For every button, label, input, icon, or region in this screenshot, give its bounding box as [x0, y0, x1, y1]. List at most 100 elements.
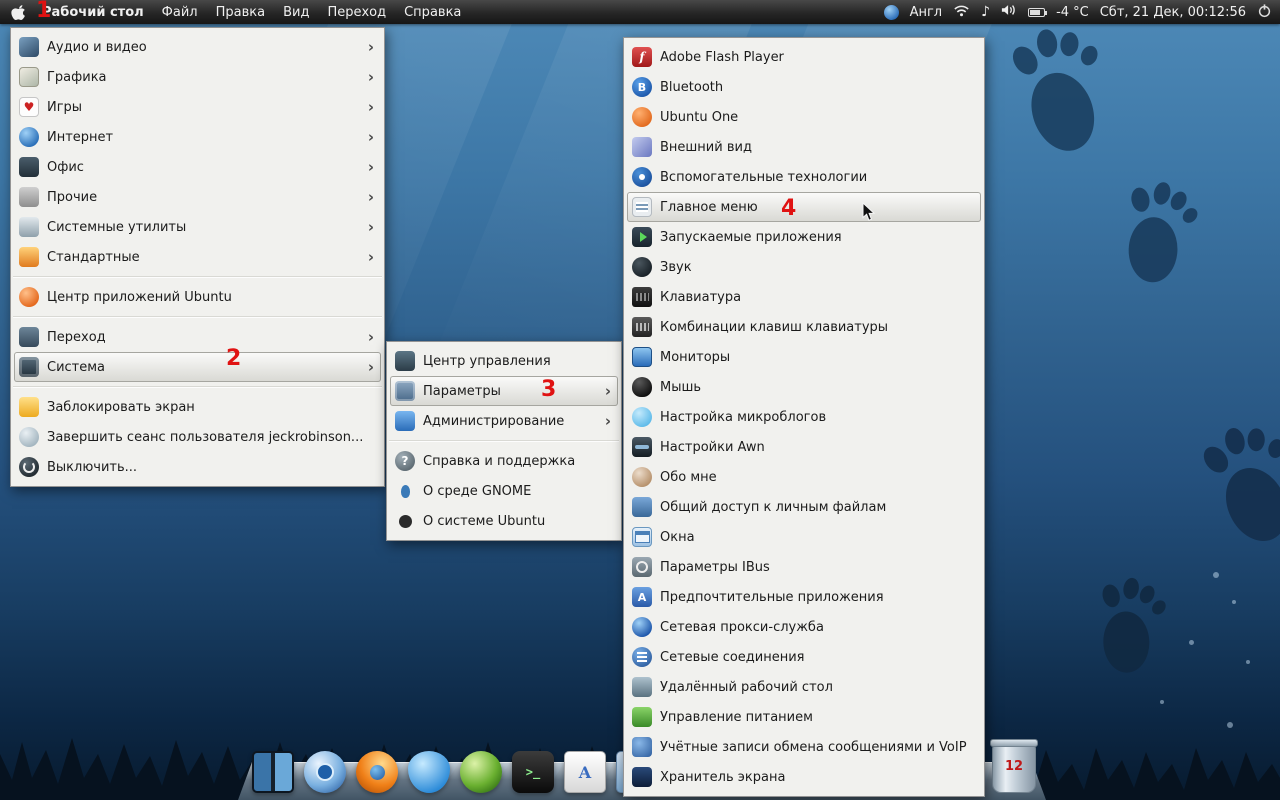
microblogging-icon — [632, 407, 652, 427]
menu-item-preferences[interactable]: Параметры — [390, 376, 618, 406]
graphics-icon — [19, 67, 39, 87]
firefox-browser-icon[interactable] — [356, 751, 398, 793]
menu-item-label: Мышь — [660, 379, 702, 395]
menu-item-label: Вспомогательные технологии — [660, 169, 868, 185]
menu-item-keyboard[interactable]: Клавиатура — [624, 282, 984, 312]
submenu-arrow-icon — [605, 414, 611, 429]
terminal-icon[interactable] — [512, 751, 554, 793]
menu-item-microblogging[interactable]: Настройка микроблогов — [624, 402, 984, 432]
menu-item-startup-apps[interactable]: Запускаемые приложения — [624, 222, 984, 252]
menu-item-keyboard-shortcuts[interactable]: Комбинации клавиш клавиатуры — [624, 312, 984, 342]
chromium-browser-icon[interactable] — [304, 751, 346, 793]
menu-item-label: Завершить сеанс пользователя jeckrobinso… — [47, 429, 364, 445]
trash-icon[interactable]: 12 — [990, 739, 1038, 793]
menu-separator — [13, 316, 382, 318]
music-note-icon[interactable] — [981, 4, 990, 20]
monitors-icon — [632, 347, 652, 367]
apple-menu-icon[interactable] — [11, 4, 26, 21]
menu-separator — [389, 440, 619, 442]
menu-item-about-ubuntu[interactable]: О системе Ubuntu — [387, 506, 621, 536]
menu-item-other[interactable]: Прочие — [11, 182, 384, 212]
gnome-footprint — [1005, 22, 1115, 163]
power-icon[interactable] — [1257, 3, 1272, 22]
menu-item-label: Администрирование — [423, 413, 565, 429]
office-icon — [19, 157, 39, 177]
submenu-arrow-icon — [368, 360, 374, 375]
menu-item-administration[interactable]: Администрирование — [387, 406, 621, 436]
menu-item-messaging-voip[interactable]: Учётные записи обмена сообщениями и VoIP — [624, 732, 984, 762]
menu-item-shut-down[interactable]: Выключить... — [11, 452, 384, 482]
menu-item-label: Прочие — [47, 189, 98, 205]
menu-item-ubuntu-one[interactable]: Ubuntu One — [624, 102, 984, 132]
menubar-item-go[interactable]: Переход — [327, 5, 386, 20]
menu-item-about-me[interactable]: Обо мне — [624, 462, 984, 492]
administration-icon — [395, 411, 415, 431]
clock-label[interactable]: Сбт, 21 Дек, 00:12:56 — [1100, 5, 1246, 20]
battery-icon[interactable] — [1028, 7, 1048, 17]
keyboard-indicator-icon[interactable] — [883, 4, 899, 20]
submenu-arrow-icon — [368, 160, 374, 175]
menu-item-system[interactable]: Система — [14, 352, 381, 382]
menu-item-help-support[interactable]: Справка и поддержка — [387, 446, 621, 476]
menu-item-windows[interactable]: Окна — [624, 522, 984, 552]
menu-item-about-gnome[interactable]: О среде GNOME — [387, 476, 621, 506]
menu-item-lock-screen[interactable]: Заблокировать экран — [11, 392, 384, 422]
submenu-arrow-icon — [368, 100, 374, 115]
menubar-app-title[interactable]: Рабочий стол — [42, 5, 144, 20]
menu-item-office[interactable]: Офис — [11, 152, 384, 182]
bubble — [1213, 572, 1219, 578]
submenu-arrow-icon — [368, 70, 374, 85]
internet-icon — [19, 127, 39, 147]
menu-item-network-connections[interactable]: Сетевые соединения — [624, 642, 984, 672]
menubar-item-view[interactable]: Вид — [283, 5, 309, 20]
menu-item-mouse[interactable]: Мышь — [624, 372, 984, 402]
menu-item-bluetooth[interactable]: Bluetooth — [624, 72, 984, 102]
menu-item-preferred-apps[interactable]: Предпочтительные приложения — [624, 582, 984, 612]
menu-item-control-center[interactable]: Центр управления — [387, 346, 621, 376]
keyboard-layout-label[interactable]: Англ — [910, 5, 943, 20]
menu-item-flash-player[interactable]: Adobe Flash Player — [624, 42, 984, 72]
menu-item-remote-desktop[interactable]: Удалённый рабочий стол — [624, 672, 984, 702]
accessories-icon — [19, 247, 39, 267]
menu-item-power-management[interactable]: Управление питанием — [624, 702, 984, 732]
menu-item-ibus[interactable]: Параметры IBus — [624, 552, 984, 582]
menu-item-label: Adobe Flash Player — [660, 49, 784, 65]
menu-item-label: Настройка микроблогов — [660, 409, 827, 425]
menubar-item-edit[interactable]: Правка — [216, 5, 265, 20]
menu-item-sound[interactable]: Звук — [624, 252, 984, 282]
preferences-icon — [395, 381, 415, 401]
menu-item-games[interactable]: Игры — [11, 92, 384, 122]
menu-item-awn-settings[interactable]: Настройки Awn — [624, 432, 984, 462]
water-drop-app-icon[interactable] — [408, 751, 450, 793]
gnome-footprint — [1194, 416, 1280, 557]
menu-item-places[interactable]: Переход — [11, 322, 384, 352]
menu-item-graphics[interactable]: Графика — [11, 62, 384, 92]
menu-item-assistive-tech[interactable]: Вспомогательные технологии — [624, 162, 984, 192]
annotation-step-3: 3 — [541, 377, 557, 402]
submenu-arrow-icon — [368, 220, 374, 235]
menu-item-main-menu[interactable]: Главное меню — [627, 192, 981, 222]
menu-item-system-tools[interactable]: Системные утилиты — [11, 212, 384, 242]
menu-item-appearance[interactable]: Внешний вид — [624, 132, 984, 162]
workspace-switcher-icon[interactable] — [252, 751, 294, 793]
menu-item-screensaver[interactable]: Хранитель экрана — [624, 762, 984, 792]
ubuntu-software-center-icon — [19, 287, 39, 307]
wifi-icon[interactable] — [953, 4, 970, 21]
green-orb-app-icon[interactable] — [460, 751, 502, 793]
menu-item-monitors[interactable]: Мониторы — [624, 342, 984, 372]
menubar-item-help[interactable]: Справка — [404, 5, 461, 20]
trash-count-badge: 12 — [1004, 759, 1024, 774]
control-center-icon — [395, 351, 415, 371]
menu-item-log-out[interactable]: Завершить сеанс пользователя jeckrobinso… — [11, 422, 384, 452]
menu-item-audio-video[interactable]: Аудио и видео — [11, 32, 384, 62]
menu-item-ubuntu-software-center[interactable]: Центр приложений Ubuntu — [11, 282, 384, 312]
document-editor-icon[interactable] — [564, 751, 606, 793]
menu-item-accessories[interactable]: Стандартные — [11, 242, 384, 272]
menubar-item-file[interactable]: Файл — [162, 5, 198, 20]
menu-item-file-sharing[interactable]: Общий доступ к личным файлам — [624, 492, 984, 522]
preferred-applications-icon — [632, 587, 652, 607]
menu-item-network-proxy[interactable]: Сетевая прокси-служба — [624, 612, 984, 642]
menu-item-label: Аудио и видео — [47, 39, 147, 55]
menu-item-internet[interactable]: Интернет — [11, 122, 384, 152]
volume-icon[interactable] — [1001, 3, 1017, 21]
